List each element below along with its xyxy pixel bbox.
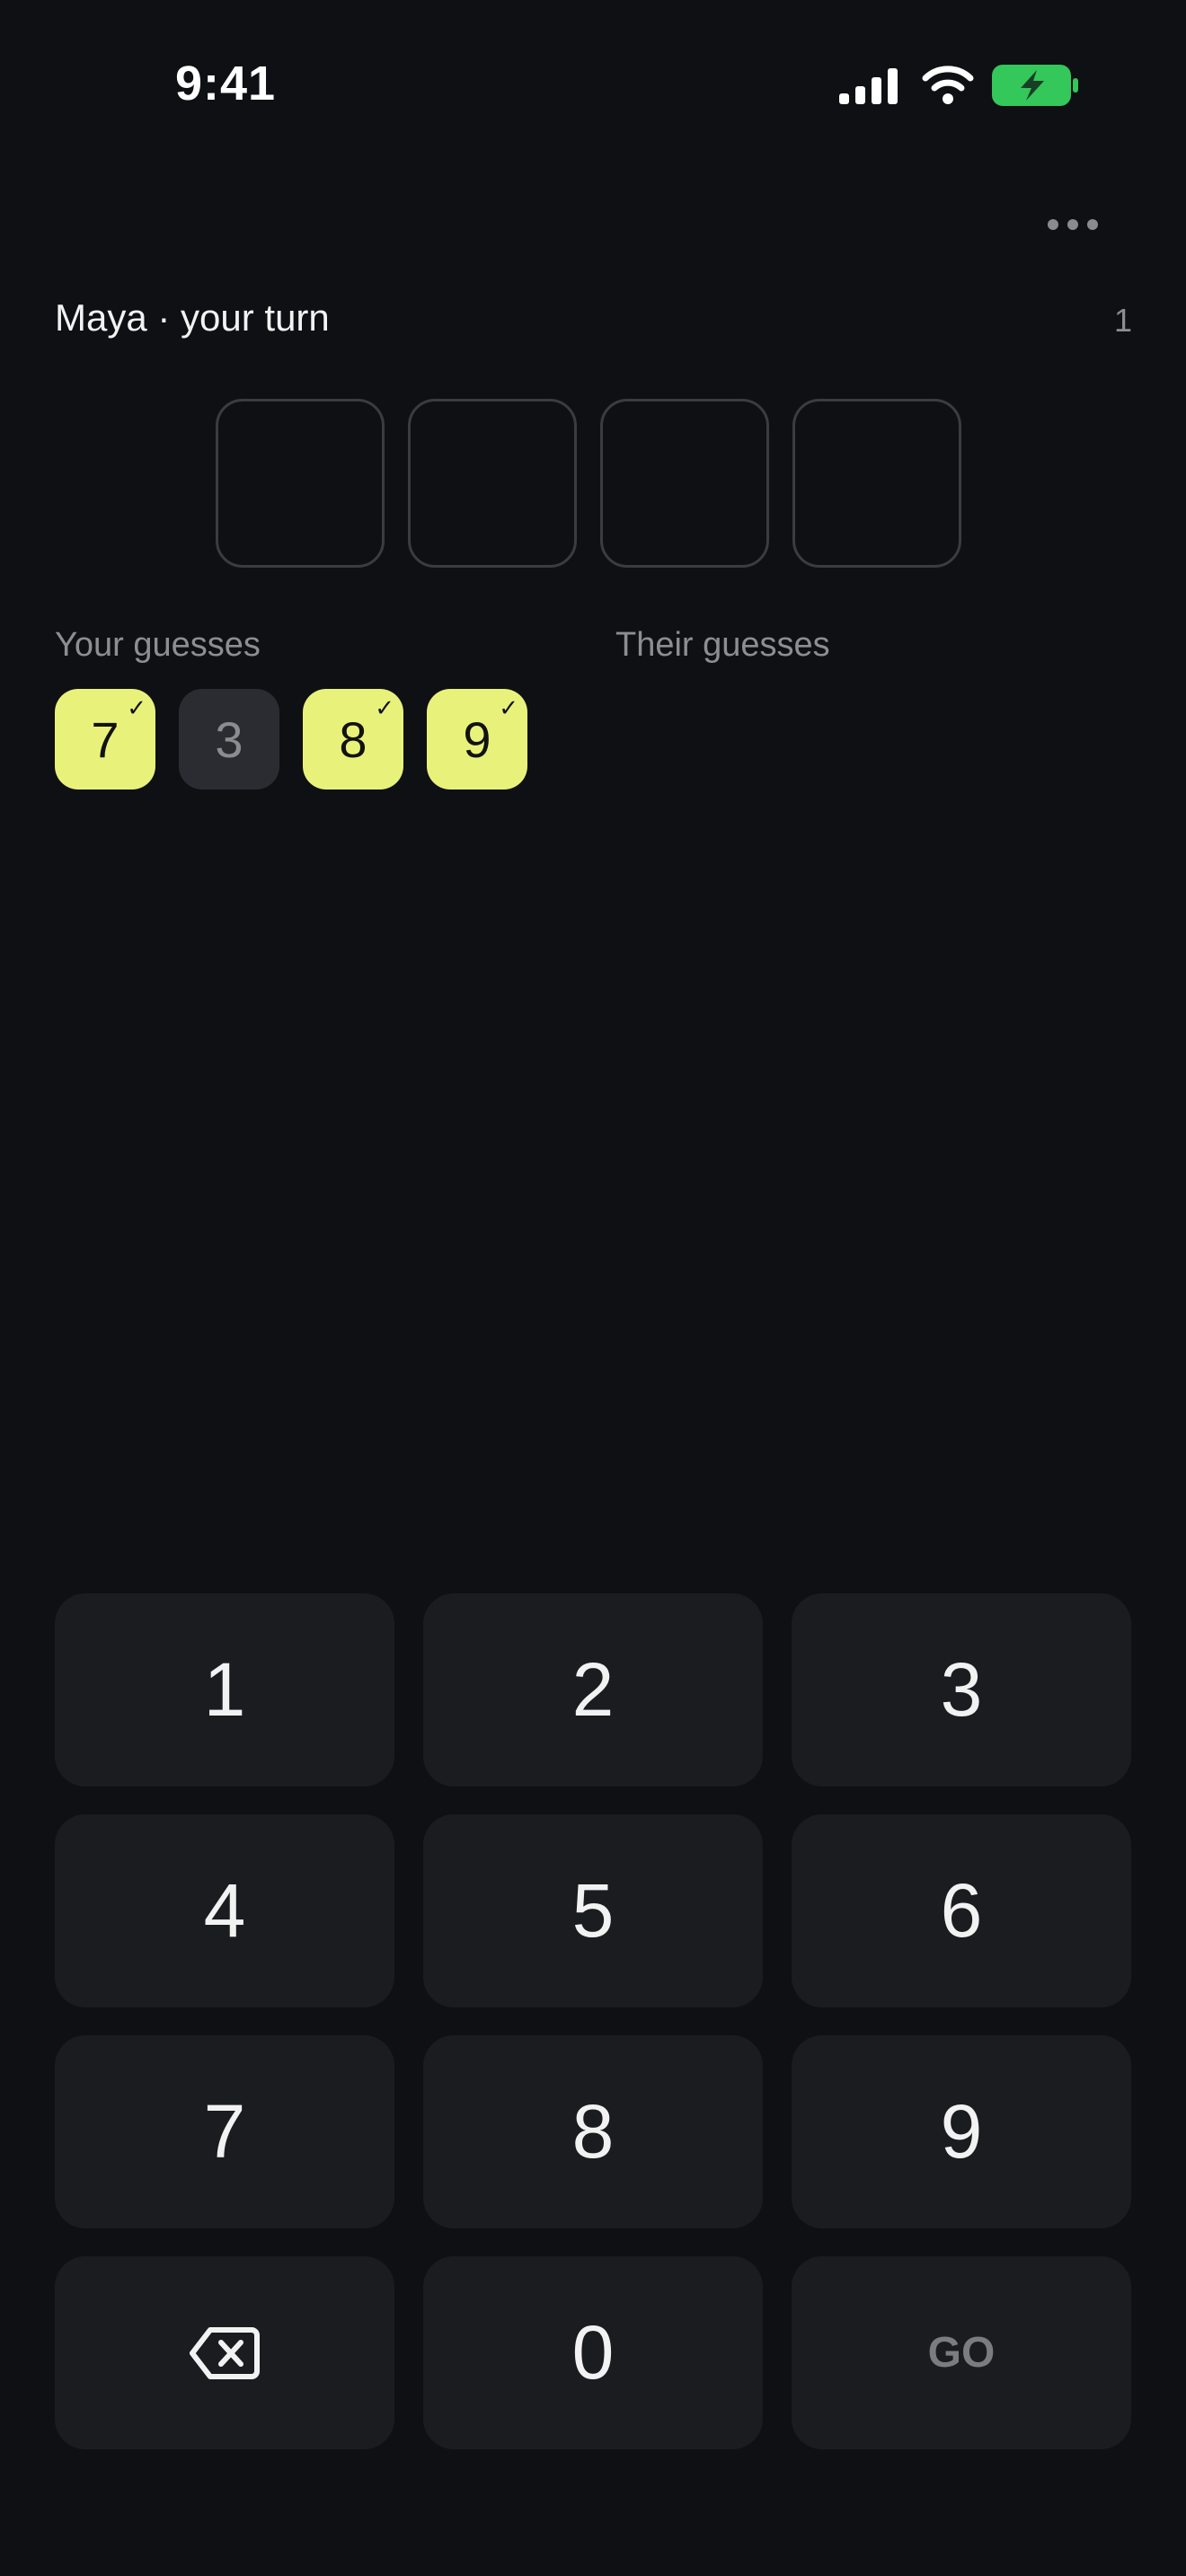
battery-charging-icon (992, 65, 1078, 106)
check-icon: ✓ (127, 694, 146, 721)
guess-chip-hit: 7 ✓ (55, 689, 155, 790)
round-number: 1 (1113, 302, 1132, 339)
key-7[interactable]: 7 (55, 2035, 394, 2228)
more-options-icon[interactable] (1033, 199, 1112, 250)
guess-chip-miss: 3 (179, 689, 279, 790)
go-button[interactable]: GO (792, 2256, 1131, 2449)
key-4[interactable]: 4 (55, 1814, 394, 2007)
code-slot[interactable] (792, 399, 961, 568)
your-guesses-label: Your guesses (55, 626, 261, 664)
key-5[interactable]: 5 (423, 1814, 763, 2007)
key-9[interactable]: 9 (792, 2035, 1131, 2228)
code-slot[interactable] (408, 399, 577, 568)
check-icon: ✓ (499, 694, 518, 721)
code-entry-slots (216, 399, 961, 568)
key-0[interactable]: 0 (423, 2256, 763, 2449)
backspace-button[interactable] (55, 2256, 394, 2449)
guess-digit: 7 (91, 710, 119, 768)
guess-chip-hit: 9 ✓ (427, 689, 527, 790)
key-2[interactable]: 2 (423, 1593, 763, 1786)
cellular-signal-icon (839, 68, 898, 104)
guess-chip-hit: 8 ✓ (303, 689, 403, 790)
their-guesses-label: Their guesses (615, 626, 830, 664)
check-icon: ✓ (375, 694, 394, 721)
guess-digit: 3 (215, 710, 243, 768)
turn-label: Maya · your turn (55, 296, 330, 339)
guess-digit: 9 (463, 710, 491, 768)
code-slot[interactable] (216, 399, 385, 568)
status-time: 9:41 (175, 57, 277, 110)
guess-digit: 8 (339, 710, 367, 768)
numeric-keypad: 1 2 3 4 5 6 7 8 9 0 GO (55, 1593, 1131, 2449)
key-8[interactable]: 8 (423, 2035, 763, 2228)
wifi-icon (922, 66, 974, 104)
key-1[interactable]: 1 (55, 1593, 394, 1786)
your-guesses-list: 7 ✓ 3 8 ✓ 9 ✓ (55, 689, 527, 790)
key-3[interactable]: 3 (792, 1593, 1131, 1786)
key-6[interactable]: 6 (792, 1814, 1131, 2007)
backspace-icon (190, 2326, 260, 2379)
code-slot[interactable] (600, 399, 769, 568)
